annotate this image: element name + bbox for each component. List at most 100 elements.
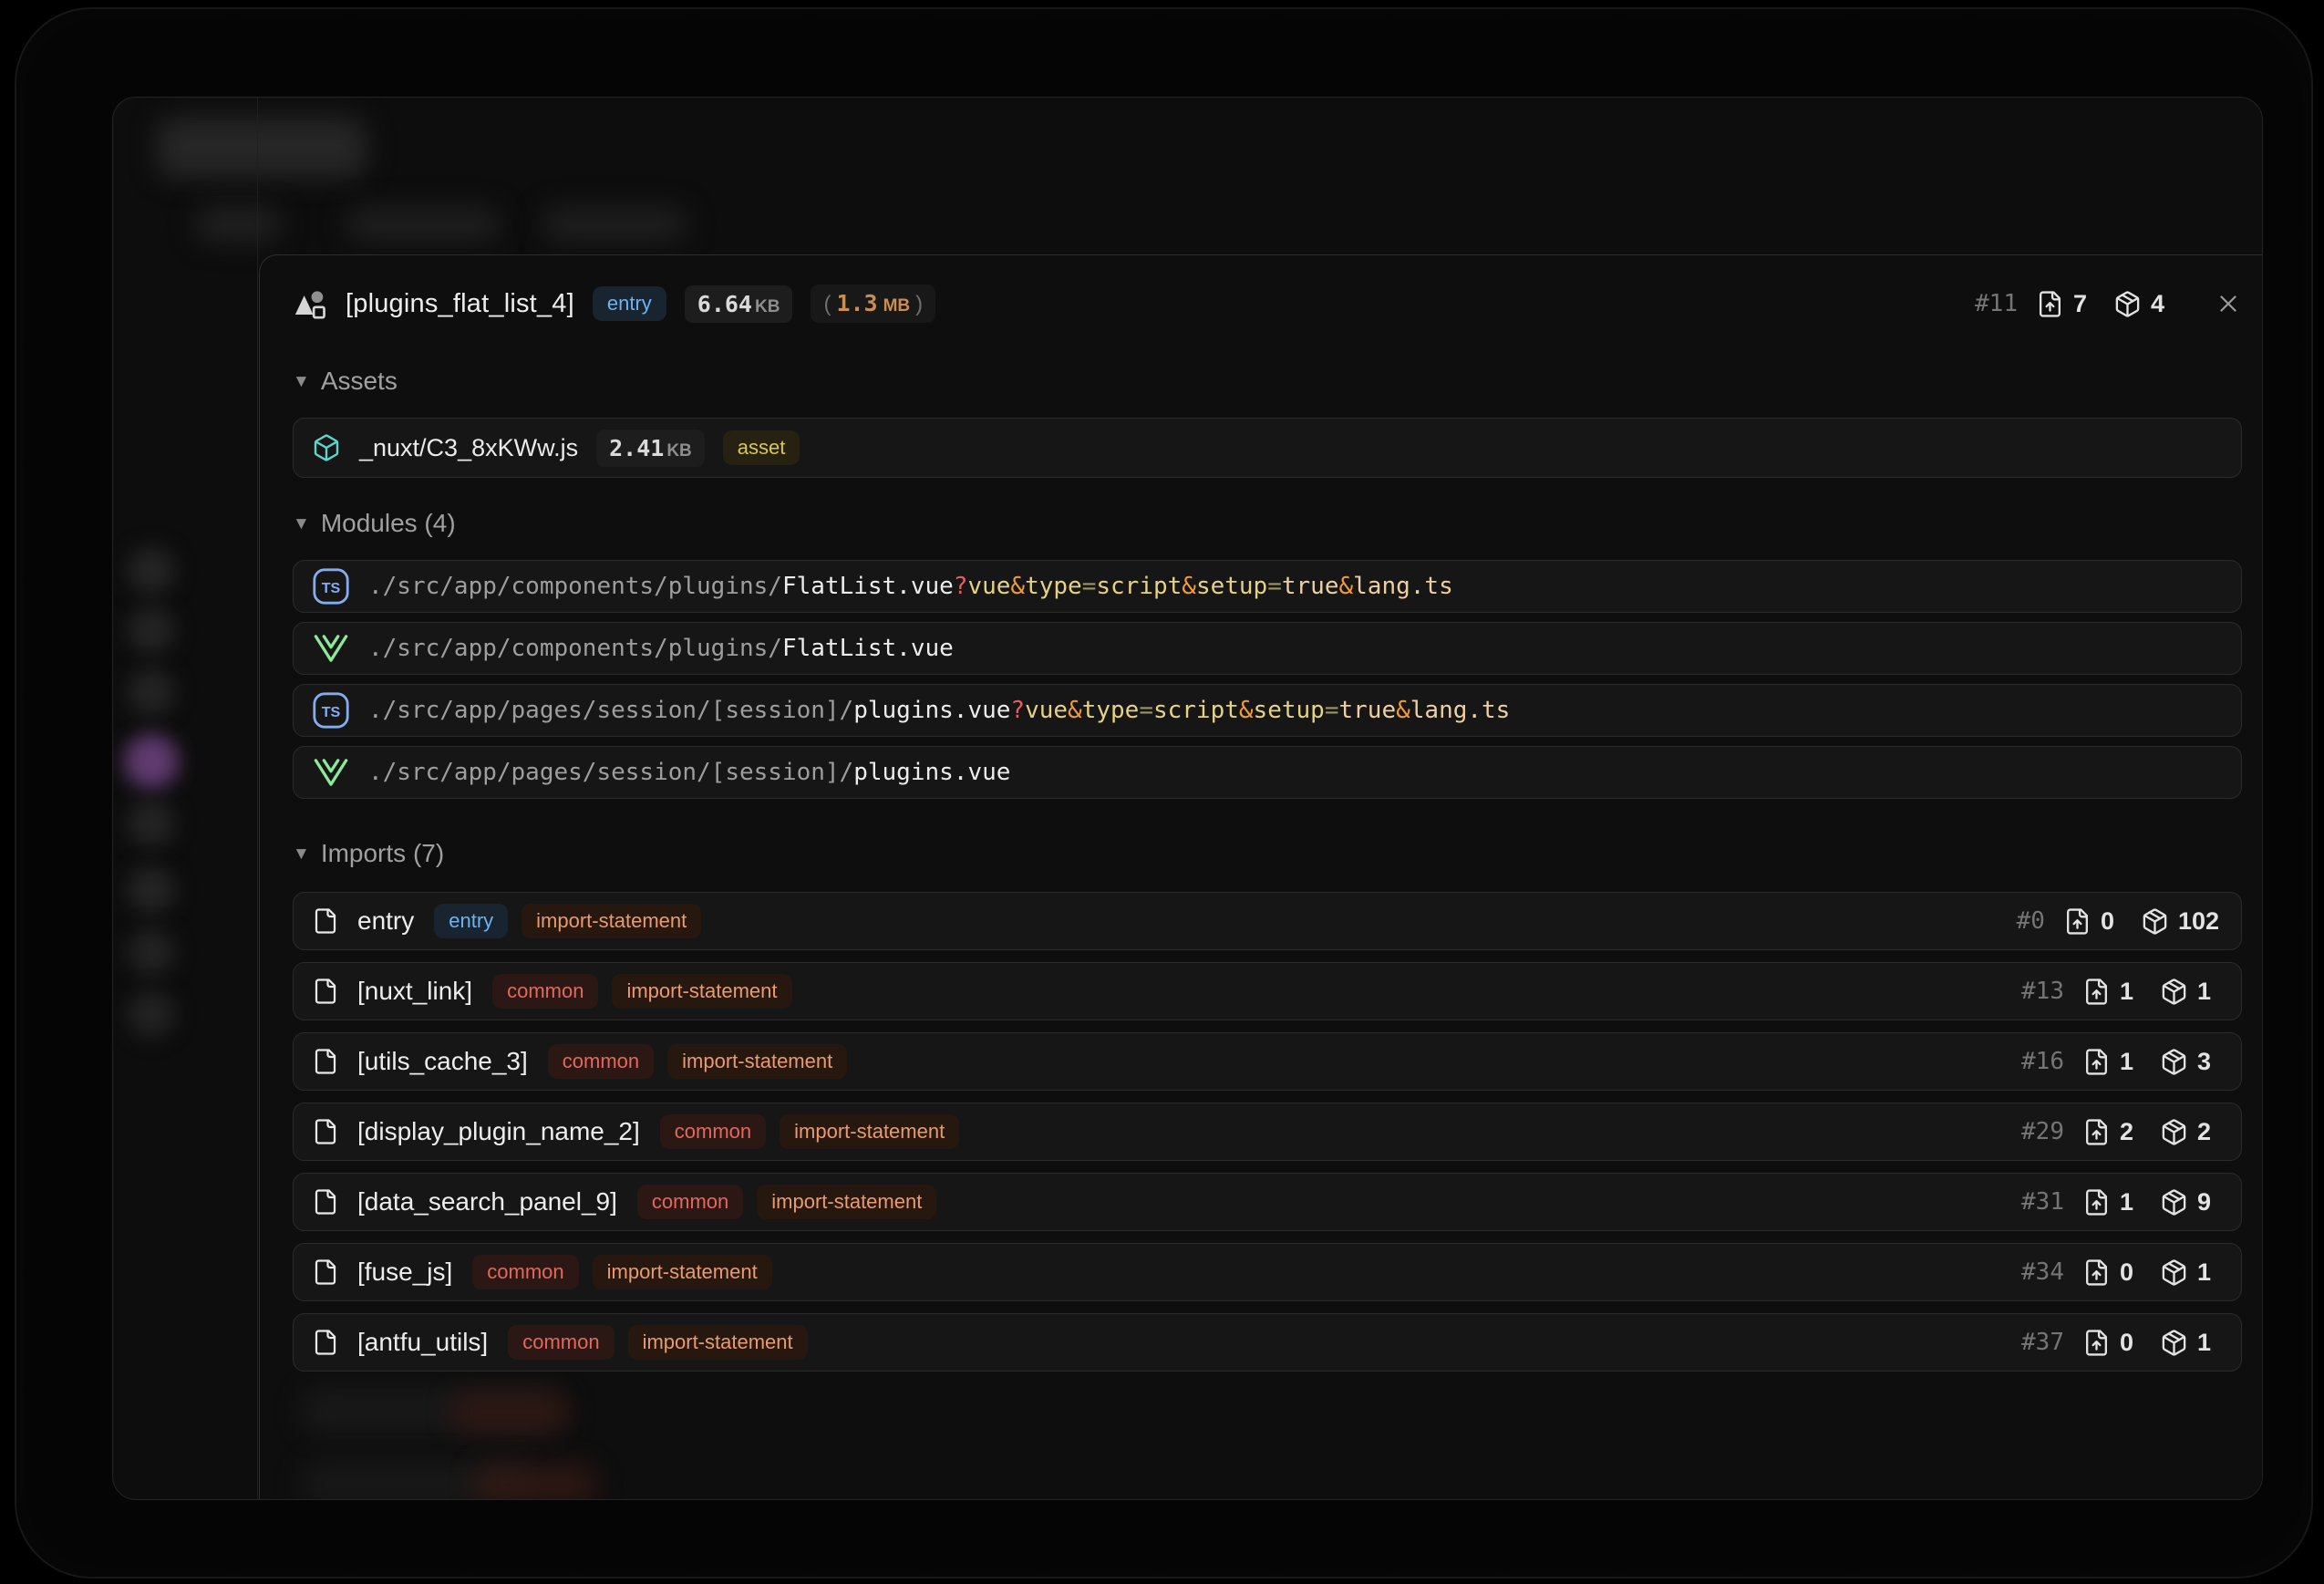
files-stat: 7 xyxy=(2036,290,2095,318)
chunk-size-badge: 6.64KB xyxy=(685,285,793,323)
blurred-sidebar-icon xyxy=(128,990,175,1038)
import-badges: commonimport-statement xyxy=(548,1044,847,1078)
total-size-value: 1.3 xyxy=(836,290,877,316)
import-badge: import-statement xyxy=(612,974,791,1008)
blurred-sidebar-icon xyxy=(128,866,175,914)
asset-name: _nuxt/C3_8xKWw.js xyxy=(359,434,578,462)
import-files-stat: 0 xyxy=(2063,907,2123,936)
file-up-icon xyxy=(2082,1118,2111,1146)
import-row[interactable]: entry entryimport-statement #0 0 102 xyxy=(293,892,2242,950)
typescript-icon: TS xyxy=(312,691,350,730)
import-packages-count: 1 xyxy=(2197,978,2219,1006)
file-up-icon xyxy=(2082,1048,2111,1076)
import-packages-stat: 1 xyxy=(2160,1329,2219,1357)
import-packages-count: 3 xyxy=(2197,1048,2219,1076)
import-name: [data_search_panel_9] xyxy=(357,1187,617,1216)
import-row[interactable]: [fuse_js] commonimport-statement #34 0 1 xyxy=(293,1243,2242,1301)
import-badges: commonimport-statement xyxy=(472,1255,771,1289)
import-name: entry xyxy=(357,906,414,936)
import-files-count: 1 xyxy=(2120,1188,2142,1216)
imports-section-header[interactable]: ▼ Imports (7) xyxy=(293,839,2242,868)
chunk-type-badge: entry xyxy=(593,286,666,320)
packages-count: 4 xyxy=(2151,290,2173,318)
import-badges: commonimport-statement xyxy=(508,1325,807,1359)
import-row[interactable]: [antfu_utils] commonimport-statement #37… xyxy=(293,1313,2242,1372)
imports-list: entry entryimport-statement #0 0 102 [nu… xyxy=(293,892,2242,1372)
chunk-id: #11 xyxy=(1954,290,2018,317)
typescript-icon: TS xyxy=(312,567,350,606)
file-up-icon xyxy=(2036,290,2064,318)
module-row[interactable]: TS ./src/app/pages/session/[session]/plu… xyxy=(293,684,2242,737)
import-badges: entryimport-statement xyxy=(434,904,701,937)
package-icon xyxy=(2160,978,2188,1006)
collapse-icon: ▼ xyxy=(293,514,310,534)
collapse-icon: ▼ xyxy=(293,372,310,392)
file-up-icon xyxy=(2082,1329,2111,1357)
import-files-count: 0 xyxy=(2101,907,2123,936)
import-badge: import-statement xyxy=(780,1114,959,1148)
chunk-detail-panel: [plugins_flat_list_4] entry 6.64KB (1.3 M… xyxy=(259,254,2262,1499)
file-up-icon xyxy=(2082,978,2111,1006)
import-name: [display_plugin_name_2] xyxy=(357,1117,640,1146)
assets-section-header[interactable]: ▼ Assets xyxy=(293,367,2242,396)
import-packages-stat: 1 xyxy=(2160,978,2219,1006)
svg-text:TS: TS xyxy=(322,704,341,720)
module-row[interactable]: ./src/app/components/plugins/FlatList.vu… xyxy=(293,622,2242,675)
import-files-count: 0 xyxy=(2120,1329,2142,1357)
import-badge: import-statement xyxy=(628,1325,808,1359)
blurred-tab xyxy=(346,207,501,242)
import-row[interactable]: [display_plugin_name_2] common import-sta… xyxy=(293,1103,2242,1161)
import-packages-count: 1 xyxy=(2197,1329,2219,1357)
close-button[interactable] xyxy=(2215,290,2242,317)
app-window: [plugins_flat_list_4] entry 6.64KB (1.3 M… xyxy=(112,97,2263,1500)
asset-type-badge: asset xyxy=(723,430,800,464)
package-icon xyxy=(2160,1048,2188,1076)
import-chunk-id: #16 xyxy=(2000,1048,2064,1075)
module-row[interactable]: ./src/app/pages/session/[session]/plugin… xyxy=(293,746,2242,799)
paren-open: ( xyxy=(823,292,831,317)
files-count: 7 xyxy=(2073,290,2095,318)
package-icon xyxy=(2160,1329,2188,1357)
import-packages-stat: 9 xyxy=(2160,1188,2219,1216)
import-packages-count: 9 xyxy=(2197,1188,2219,1216)
import-packages-count: 1 xyxy=(2197,1258,2219,1287)
total-size-unit: MB xyxy=(883,296,911,316)
blurred-sidebar-icon xyxy=(128,547,175,595)
file-up-icon xyxy=(2063,907,2092,936)
assets-section-label: Assets xyxy=(321,367,398,396)
asset-row[interactable]: _nuxt/C3_8xKWw.js 2.41KB asset xyxy=(293,418,2242,478)
modules-list: TS ./src/app/components/plugins/FlatList… xyxy=(293,560,2242,799)
import-chunk-id: #34 xyxy=(2000,1258,2064,1286)
import-row[interactable]: [utils_cache_3] commonimport-statement #… xyxy=(293,1032,2242,1091)
module-path: ./src/app/pages/session/[session]/plugin… xyxy=(368,697,1510,724)
paren-close: ) xyxy=(915,292,923,317)
packages-stat: 4 xyxy=(2113,290,2173,318)
import-files-stat: 1 xyxy=(2082,1048,2142,1076)
file-icon xyxy=(312,907,339,935)
blurred-background-badge xyxy=(451,1392,570,1432)
file-icon xyxy=(312,978,339,1005)
file-icon xyxy=(312,1258,339,1286)
modules-section-header[interactable]: ▼ Modules (4) xyxy=(293,509,2242,538)
import-badge: import-statement xyxy=(522,904,701,937)
sidebar-divider xyxy=(257,98,258,1499)
import-chunk-id: #31 xyxy=(2000,1188,2064,1216)
module-row[interactable]: TS ./src/app/components/plugins/FlatList… xyxy=(293,560,2242,613)
svg-text:TS: TS xyxy=(322,580,341,596)
import-row[interactable]: [nuxt_link] commonimport-statement #13 1… xyxy=(293,962,2242,1020)
asset-size-value: 2.41 xyxy=(609,435,664,461)
import-packages-stat: 2 xyxy=(2160,1118,2219,1146)
import-row[interactable]: [data_search_panel_9] commonimport-state… xyxy=(293,1173,2242,1231)
import-files-stat: 0 xyxy=(2082,1329,2142,1357)
file-icon xyxy=(312,1118,339,1145)
panel-header: [plugins_flat_list_4] entry 6.64KB (1.3 M… xyxy=(293,275,2242,332)
asset-size-badge: 2.41KB xyxy=(596,430,705,467)
blurred-sidebar-icon xyxy=(128,668,175,716)
chunk-title: [plugins_flat_list_4] xyxy=(346,289,574,319)
common-badge: common xyxy=(660,1114,766,1148)
size-value: 6.64 xyxy=(697,291,752,317)
module-path: ./src/app/components/plugins/FlatList.vu… xyxy=(368,573,1453,600)
common-badge: common xyxy=(472,1255,578,1289)
blurred-sidebar-icon xyxy=(128,928,175,976)
import-packages-stat: 102 xyxy=(2141,907,2219,936)
